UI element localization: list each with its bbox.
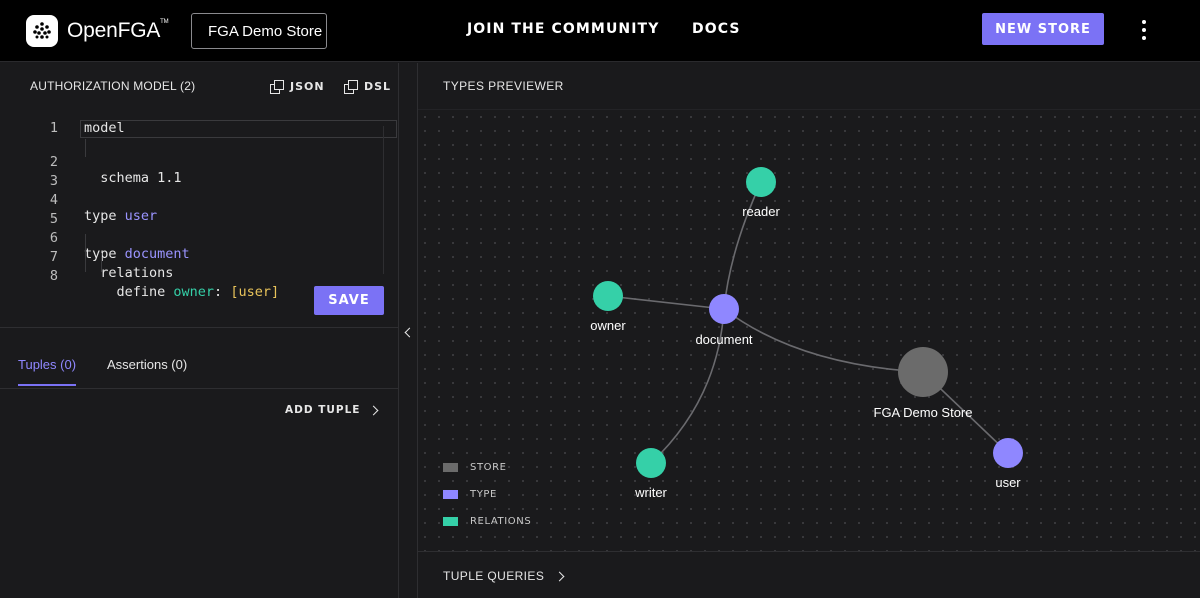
legend-item-type: TYPE xyxy=(443,481,531,508)
code-line: 2 schema 1.1 xyxy=(0,138,398,186)
node-label-reader: reader xyxy=(742,204,780,219)
json-label: JSON xyxy=(290,80,325,93)
chevron-right-icon xyxy=(554,571,565,581)
top-bar: OpenFGATM FGA Demo Store JOIN THE COMMUN… xyxy=(0,0,1200,62)
node-label-store: FGA Demo Store xyxy=(874,405,973,420)
indent-guide xyxy=(85,234,86,272)
dsl-label: DSL xyxy=(364,80,392,93)
node-document xyxy=(709,294,739,324)
graph-legend: STORE TYPE RELATIONS xyxy=(443,454,531,535)
edge-document-reader xyxy=(723,181,762,310)
add-tuple-label: ADD TUPLE xyxy=(285,404,361,416)
kebab-menu-icon[interactable] xyxy=(1134,18,1154,42)
node-label-writer: writer xyxy=(634,485,667,500)
tuple-queries-bar[interactable]: TUPLE QUERIES xyxy=(418,551,1200,598)
code-line: 4 type user xyxy=(0,176,398,224)
legend-item-relations: RELATIONS xyxy=(443,508,531,535)
code-text: model xyxy=(84,120,125,136)
panel-collapse-strip[interactable] xyxy=(398,63,418,598)
chevron-left-icon xyxy=(404,327,415,338)
code-editor[interactable]: 1 model 2 schema 1.1 3 4 type user 5 6 t… xyxy=(0,118,398,300)
types-graph[interactable]: reader owner document FGA Demo Store wri… xyxy=(418,109,1200,551)
new-store-button[interactable]: NEW STORE xyxy=(982,13,1104,45)
legend-swatch xyxy=(443,517,458,526)
types-previewer-title: TYPES PREVIEWER xyxy=(443,79,564,93)
code-line: 5 xyxy=(0,195,398,227)
node-writer xyxy=(636,448,666,478)
node-label-user: user xyxy=(995,475,1021,490)
tuple-queries-toggle[interactable]: TUPLE QUERIES xyxy=(443,569,565,583)
legend-swatch xyxy=(443,463,458,472)
node-store xyxy=(898,347,948,397)
line-number: 8 xyxy=(49,268,58,284)
chevron-right-icon xyxy=(369,405,379,415)
types-previewer-panel: TYPES PREVIEWER reader owner document FG… xyxy=(418,63,1200,598)
code-text: define owner: [user] xyxy=(84,284,280,300)
current-line-highlight xyxy=(80,120,397,138)
divider xyxy=(0,388,398,389)
model-title: AUTHORIZATION MODEL (2) xyxy=(30,79,196,93)
edge-document-owner xyxy=(607,295,725,310)
store-selector-value: FGA Demo Store xyxy=(208,22,323,40)
tuple-queries-label: TUPLE QUERIES xyxy=(443,569,545,583)
code-line: 7 relations xyxy=(0,233,398,281)
copy-icon xyxy=(344,80,358,94)
copy-icon xyxy=(270,80,284,94)
code-line: 1 model xyxy=(0,119,398,138)
model-panel: AUTHORIZATION MODEL (2) JSON DSL 1 model… xyxy=(0,63,398,598)
editor-scrollbar[interactable] xyxy=(383,126,384,274)
node-label-document: document xyxy=(695,332,752,347)
node-reader xyxy=(746,167,776,197)
tab-tuples[interactable]: Tuples (0) xyxy=(18,357,77,386)
legend-swatch xyxy=(443,490,458,499)
indent-guide xyxy=(101,253,102,272)
tab-assertions[interactable]: Assertions (0) xyxy=(107,357,187,384)
legend-item-store: STORE xyxy=(443,454,531,481)
graph-canvas: reader owner document FGA Demo Store wri… xyxy=(590,167,1023,500)
code-line: 6 type document xyxy=(0,214,398,262)
code-line: 3 xyxy=(0,157,398,189)
node-owner xyxy=(593,281,623,311)
add-tuple-button[interactable]: ADD TUPLE xyxy=(285,404,379,416)
nav-join-community[interactable]: JOIN THE COMMUNITY xyxy=(467,21,659,37)
logo-text: OpenFGATM xyxy=(67,19,169,42)
node-user xyxy=(993,438,1023,468)
save-button[interactable]: SAVE xyxy=(314,286,384,315)
edge-document-store xyxy=(723,308,924,373)
divider xyxy=(0,327,398,328)
node-label-owner: owner xyxy=(590,318,626,333)
tuples-tabs: Tuples (0) Assertions (0) xyxy=(0,349,398,389)
openfga-logo[interactable]: OpenFGATM xyxy=(26,15,169,47)
line-number: 1 xyxy=(49,120,58,136)
nav-docs[interactable]: DOCS xyxy=(692,21,741,37)
code-line: 8 define owner: [user] xyxy=(0,252,398,300)
dsl-button[interactable]: DSL xyxy=(344,80,392,94)
indent-guide xyxy=(85,139,86,157)
store-selector[interactable]: FGA Demo Store xyxy=(191,13,327,49)
json-button[interactable]: JSON xyxy=(270,80,325,94)
openfga-logo-icon xyxy=(26,15,58,47)
